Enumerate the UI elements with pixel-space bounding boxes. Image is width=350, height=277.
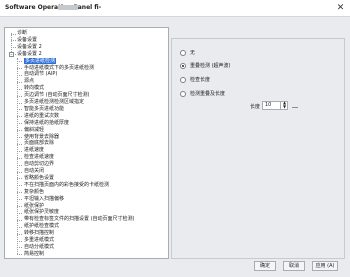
redacted-model-number bbox=[58, 5, 78, 10]
tree-item-label: 保持进纸的拾纸厚度 bbox=[24, 119, 70, 126]
option-overlap-length[interactable]: 检测重叠及长度 bbox=[180, 90, 225, 98]
tree-branch-line bbox=[17, 74, 22, 76]
tree-branch-line bbox=[11, 47, 16, 49]
tree-branch-line bbox=[17, 254, 22, 256]
unit-indicator bbox=[292, 107, 298, 108]
tree-branch-line bbox=[17, 192, 22, 194]
tree-branch-line bbox=[11, 33, 16, 35]
option-overlap-length-label: 检测重叠及长度 bbox=[190, 91, 226, 97]
tree-branch-line bbox=[17, 95, 22, 97]
tree-item[interactable]: 简易控制 bbox=[24, 251, 44, 258]
title-bar: Software Operation Panel fi- ✕ bbox=[0, 0, 350, 17]
close-button[interactable]: ✕ bbox=[335, 3, 346, 13]
tree-item-label: 简易控制 bbox=[24, 250, 45, 257]
option-overlap[interactable]: 重叠检测 (超声波) bbox=[180, 62, 231, 70]
tree-item-label: 带有检查标签文件的扫描设置 (自动页面尺寸检测) bbox=[24, 216, 135, 223]
option-none[interactable]: 无 bbox=[180, 49, 195, 57]
tree-item-label: 多页进纸检测 bbox=[24, 57, 57, 64]
tree-branch-line bbox=[17, 68, 22, 69]
tree-item-label: 纸张保护灵敏度 bbox=[24, 209, 60, 216]
length-value: 10 bbox=[265, 102, 272, 108]
tree-item-label: 设备设置 bbox=[17, 36, 38, 43]
settings-tree[interactable]: 诊断 设备设置 设备设置 2 设备设置 2- 多页进纸检测 手动进纸模式下的多页进纸检测自… bbox=[4, 27, 169, 259]
tree-item-label: 多页进纸检测检测区域指定 bbox=[24, 99, 85, 105]
tree-item-label: 转向模式 bbox=[24, 85, 45, 92]
tree-branch-line bbox=[17, 199, 22, 201]
tree-branch-line bbox=[17, 247, 22, 249]
radio-overlap-length[interactable] bbox=[180, 90, 186, 97]
radio-none[interactable] bbox=[180, 49, 186, 56]
tree-branch-line bbox=[17, 171, 22, 173]
settings-panel: 无 重叠检测 (超声波) 检查长度 检测重叠及长度 长度 10 ▲ ▼ bbox=[171, 38, 345, 259]
tree-item-label: 页边调节 (自动页面尺寸检测) bbox=[24, 92, 90, 99]
tree-branch-line bbox=[17, 226, 22, 228]
ok-button[interactable]: 确定 bbox=[254, 261, 276, 271]
tree-branch-line bbox=[17, 219, 22, 221]
tree-branch-line bbox=[17, 164, 22, 166]
option-length-label: 检查长度 bbox=[190, 77, 211, 83]
tree-item-label: 多重进纸模式 bbox=[24, 237, 55, 243]
collapse-icon[interactable]: - bbox=[9, 51, 14, 57]
option-overlap-label: 重叠检测 (超声波) bbox=[190, 63, 231, 69]
tree-branch-line bbox=[17, 233, 22, 235]
tree-branch-line bbox=[17, 123, 22, 125]
tree-item-label: 平坦输入扫描偏移 bbox=[24, 195, 65, 202]
tree-item-label: 页面底部去除 bbox=[24, 140, 55, 147]
option-none-label: 无 bbox=[190, 50, 196, 56]
tree-branch-line bbox=[17, 81, 22, 83]
cancel-button[interactable]: 取消 bbox=[283, 261, 305, 271]
apply-button[interactable]: 应用 (A) bbox=[312, 261, 338, 271]
tree-item-label: 复杂颜色 bbox=[24, 188, 45, 195]
tree-guide-line bbox=[17, 57, 18, 254]
spin-down-icon[interactable]: ▼ bbox=[281, 105, 288, 109]
tree-item-label: 进纸的重试次数 bbox=[24, 112, 60, 119]
tree-branch-line bbox=[17, 185, 22, 187]
tree-branch-line bbox=[17, 137, 22, 138]
tree-item-label: 自动关闭 bbox=[24, 168, 45, 174]
tree-branch-line bbox=[17, 212, 22, 214]
tree-branch-line bbox=[17, 88, 22, 90]
tree-item-label: 智能多页进纸功能 bbox=[24, 105, 65, 112]
tree-branch-line bbox=[17, 240, 22, 242]
length-label: 长度 bbox=[250, 104, 261, 110]
tree-branch-line bbox=[17, 61, 22, 63]
tree-guide-line bbox=[11, 33, 12, 54]
tree-branch-line bbox=[17, 102, 22, 104]
tree-branch-line bbox=[17, 150, 22, 152]
tree-item-label: 使用背景去除器 bbox=[24, 133, 60, 140]
tree-branch-line bbox=[17, 157, 22, 159]
tree-item-label: 设备设置 2 bbox=[17, 43, 42, 50]
tree-branch-line bbox=[17, 206, 22, 207]
tree-item-label: 省略颜色设置 bbox=[24, 174, 55, 181]
tree-branch-line bbox=[17, 178, 22, 180]
tree-item-label: 检查进纸速度 bbox=[24, 154, 55, 161]
tree-item-label: 手动进纸模式下的多页进纸检测 bbox=[24, 64, 95, 71]
length-spinner[interactable]: ▲ ▼ bbox=[280, 101, 288, 110]
tree-item-label: 诊断 bbox=[17, 30, 28, 36]
tree-item-label: 自动剪切边界 bbox=[24, 161, 55, 168]
tree-item-label: 设备设置 2 bbox=[17, 50, 42, 57]
option-length[interactable]: 检查长度 bbox=[180, 76, 210, 84]
tree-item-label: 自动调节 (AIP) bbox=[24, 71, 58, 78]
tree-item-label: 纸护纸检查模式 bbox=[24, 223, 60, 230]
radio-overlap[interactable] bbox=[180, 62, 186, 69]
radio-length[interactable] bbox=[180, 76, 186, 83]
tree-item-label: 不在扫描页面内的彩色接受的卡纸检测 bbox=[24, 181, 110, 188]
tree-item-label: 纸张保护 bbox=[24, 202, 45, 209]
tree-branch-line bbox=[17, 109, 22, 111]
tree-item-label: 转移扫描控制 bbox=[24, 230, 55, 237]
window-title: Software Operation Panel fi- bbox=[5, 4, 102, 11]
tree-branch-line bbox=[17, 143, 22, 145]
tree-item-label: 进纸速度 bbox=[24, 147, 45, 154]
tree-branch-line bbox=[17, 116, 22, 118]
tree-item-label: 源点 bbox=[24, 78, 35, 85]
tree-item-label: 偏斜减轻 bbox=[24, 126, 45, 133]
tree-item-label: 自动分纸模式 bbox=[24, 243, 55, 250]
tree-branch-line bbox=[11, 40, 16, 42]
tree-branch-line bbox=[17, 130, 22, 132]
